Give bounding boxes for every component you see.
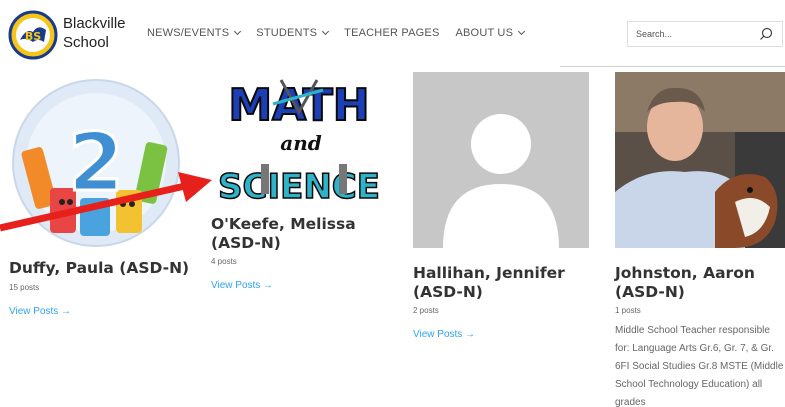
post-count: 1 posts <box>615 306 641 315</box>
bio-line: 6FI Social Studies Gr.8 MSTE (Middle <box>615 361 784 372</box>
chevron-down-icon <box>518 27 526 36</box>
author-name-line1: Duffy, Paula (ASD-N) <box>9 259 190 277</box>
author-image-okeefe[interactable]: MATH and SCIENCE <box>211 72 387 207</box>
bio-line: grades <box>615 397 646 407</box>
chevron-down-icon <box>234 27 242 36</box>
author-name-line2: (ASD-N) <box>211 234 281 252</box>
view-posts-link[interactable]: View Posts → <box>9 306 71 317</box>
nav-item-students[interactable]: STUDENTS <box>256 27 330 39</box>
author-name-line1: Johnston, Aaron <box>615 264 755 282</box>
search-box <box>627 21 783 47</box>
nav-item-teacher-pages[interactable]: TEACHER PAGES <box>344 27 439 39</box>
nav-item-news-events[interactable]: NEWS/EVENTS <box>147 27 242 39</box>
red-arrow-annotation <box>0 172 212 232</box>
logo-text: BS <box>25 30 41 43</box>
nav-item-label: ABOUT US <box>455 27 514 39</box>
search-input[interactable] <box>628 22 748 46</box>
author-name-line1: Hallihan, Jennifer <box>413 264 565 282</box>
post-count: 4 posts <box>211 257 237 266</box>
author-name[interactable]: Johnston, Aaron (ASD-N) <box>615 264 755 302</box>
math-and-science-logo: MATH and SCIENCE <box>211 72 387 207</box>
author-name-line2: (ASD-N) <box>615 283 685 301</box>
nav-item-label: STUDENTS <box>256 27 318 39</box>
view-posts-link[interactable]: View Posts → <box>413 329 475 340</box>
and-text: and <box>280 131 322 155</box>
default-avatar-icon <box>413 72 589 248</box>
science-text: SCIENCE <box>218 167 380 207</box>
teacher-photo-with-dog <box>615 72 785 248</box>
school-logo-icon[interactable]: BS <box>8 10 58 60</box>
post-count: 2 posts <box>413 306 439 315</box>
school-name-line1: Blackville <box>63 15 126 32</box>
school-name-line2: School <box>63 34 109 51</box>
author-image-hallihan[interactable] <box>413 72 589 248</box>
nav-item-label: NEWS/EVENTS <box>147 27 230 39</box>
author-bio: Middle School Teacher responsible for: L… <box>615 322 785 407</box>
math-text: MATH <box>228 80 369 131</box>
search-icon[interactable] <box>759 27 773 41</box>
nav-item-about-us[interactable]: ABOUT US <box>455 27 526 39</box>
bio-line: School Technology Education) all <box>615 379 763 390</box>
author-name[interactable]: O'Keefe, Melissa (ASD-N) <box>211 215 356 253</box>
author-image-johnston[interactable] <box>615 72 785 248</box>
author-name-line2: (ASD-N) <box>413 283 483 301</box>
author-name[interactable]: Duffy, Paula (ASD-N) <box>9 259 189 278</box>
post-count: 15 posts <box>9 283 40 292</box>
bio-line: for: Language Arts Gr.6, Gr. 7, & Gr. <box>615 343 774 354</box>
author-name[interactable]: Hallihan, Jennifer (ASD-N) <box>413 264 565 302</box>
site-header: BS Blackville School NEWS/EVENTS STUDENT… <box>0 0 785 70</box>
chevron-down-icon <box>322 27 330 36</box>
microscope-icon <box>261 164 269 194</box>
microscope-icon <box>339 164 347 194</box>
author-name-line1: O'Keefe, Melissa <box>211 215 356 233</box>
bio-line: Middle School Teacher responsible <box>615 325 770 336</box>
view-posts-link[interactable]: View Posts → <box>211 280 273 291</box>
school-name[interactable]: Blackville School <box>63 14 126 52</box>
main-nav: NEWS/EVENTS STUDENTS TEACHER PAGES ABOUT… <box>147 27 540 39</box>
nav-item-label: TEACHER PAGES <box>344 27 440 39</box>
